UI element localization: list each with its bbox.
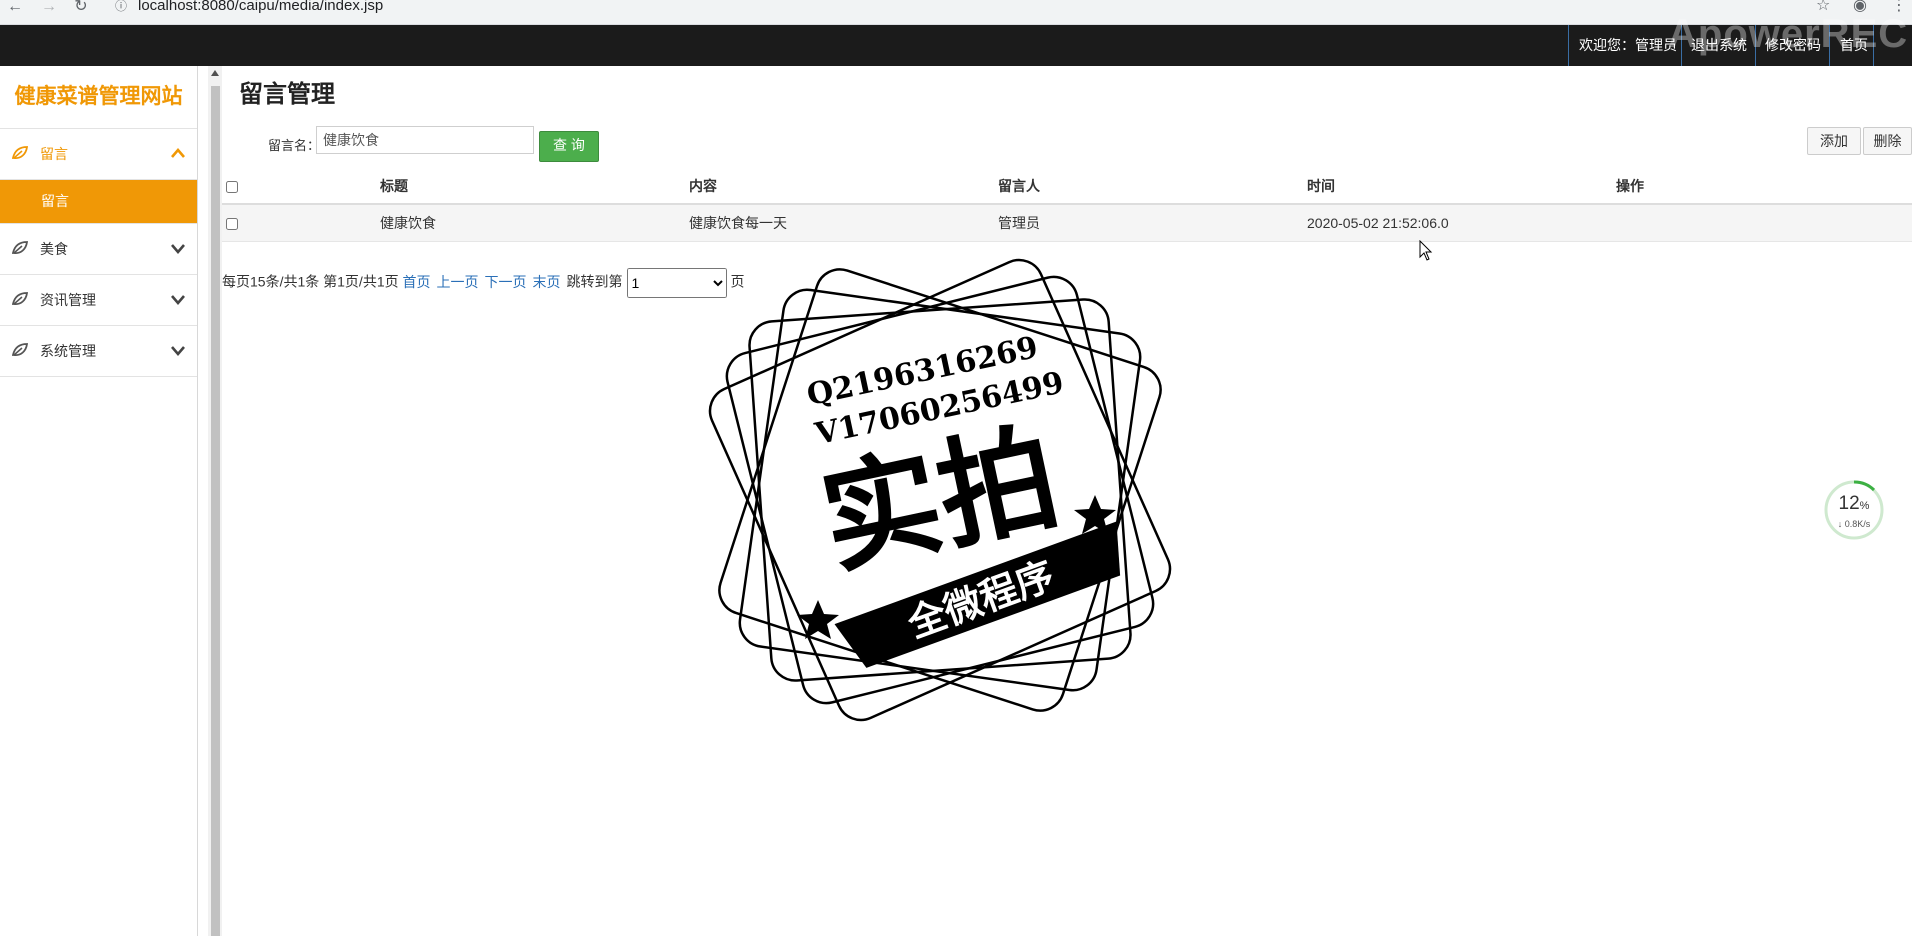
stamp-watermark: Q2196316269 V17060256499 实拍 全微程序 bbox=[708, 258, 1172, 722]
header-divider bbox=[1568, 25, 1569, 66]
speed-percent-value: 12 bbox=[1838, 493, 1860, 514]
chevron-down-icon bbox=[171, 244, 185, 254]
first-page-link[interactable]: 首页 bbox=[403, 274, 431, 290]
welcome-text: 欢迎您：管理员 bbox=[1579, 37, 1677, 53]
frame-scrollbar[interactable] bbox=[208, 66, 222, 936]
delete-button[interactable]: 删除 bbox=[1863, 127, 1912, 155]
header-divider bbox=[1681, 25, 1682, 66]
column-header-actions: 操作 bbox=[1616, 169, 1912, 205]
back-icon[interactable]: ← bbox=[4, 0, 26, 22]
forward-icon[interactable]: → bbox=[38, 0, 60, 22]
sidebar-menu-label: 美食 bbox=[40, 241, 68, 257]
sidebar: 健康菜谱管理网站 留言 留言 美食 资讯管理 系统管理 bbox=[0, 66, 198, 936]
sidebar-menu-messages[interactable]: 留言 bbox=[0, 129, 197, 180]
select-all-checkbox[interactable] bbox=[226, 181, 238, 194]
home-link[interactable]: 首页 bbox=[1840, 25, 1868, 66]
browser-toolbar: ← → ↻ ⓘ localhost:8080/caipu/media/index… bbox=[0, 0, 1912, 25]
leaf-icon bbox=[12, 292, 28, 306]
messages-table: 标题 内容 留言人 时间 操作 健康饮食 健康饮食每一天 管理员 2020-05… bbox=[222, 169, 1912, 242]
row-title: 健康饮食 bbox=[380, 204, 689, 242]
pagination: 每页15条/共1条 第1页/共1页 首页 上一页 下一页 末页 跳转到第 1 页 bbox=[222, 268, 745, 298]
table-row: 健康饮食 健康饮食每一天 管理员 2020-05-02 21:52:06.0 bbox=[222, 204, 1912, 242]
sidebar-item-messages[interactable]: 留言 bbox=[0, 180, 197, 224]
sidebar-menu-label: 资讯管理 bbox=[40, 292, 96, 308]
column-header-title: 标题 bbox=[380, 169, 689, 205]
speed-percent: 12% bbox=[1823, 493, 1885, 515]
scrollbar-thumb[interactable] bbox=[211, 86, 220, 936]
column-header-time: 时间 bbox=[1307, 169, 1616, 205]
pagination-summary: 每页15条/共1条 第1页/共1页 bbox=[222, 273, 399, 290]
jump-label: 跳转到第 bbox=[566, 273, 623, 290]
logout-link[interactable]: 退出系统 bbox=[1691, 25, 1747, 66]
header-divider bbox=[1755, 25, 1756, 66]
mouse-cursor-icon bbox=[1419, 240, 1433, 261]
leaf-icon bbox=[12, 146, 28, 160]
next-page-link[interactable]: 下一页 bbox=[485, 274, 527, 290]
speed-rate: ↓ 0.8K/s bbox=[1837, 519, 1871, 529]
row-author: 管理员 bbox=[998, 204, 1307, 242]
row-time: 2020-05-02 21:52:06.0 bbox=[1307, 204, 1616, 242]
row-actions bbox=[1616, 204, 1912, 242]
change-password-link[interactable]: 修改密码 bbox=[1765, 25, 1821, 66]
last-page-link[interactable]: 末页 bbox=[533, 274, 561, 290]
leaf-icon bbox=[12, 343, 28, 357]
prev-page-link[interactable]: 上一页 bbox=[437, 274, 479, 290]
sidebar-menu-label: 系统管理 bbox=[40, 343, 96, 359]
row-content: 健康饮食每一天 bbox=[689, 204, 998, 242]
reload-icon[interactable]: ↻ bbox=[70, 0, 92, 22]
speed-percent-unit: % bbox=[1859, 500, 1870, 512]
row-checkbox[interactable] bbox=[226, 218, 238, 231]
browser-menu-icon[interactable]: ⋮ bbox=[1891, 0, 1907, 15]
sidebar-menu-label: 留言 bbox=[40, 146, 68, 162]
leaf-icon bbox=[12, 241, 28, 255]
header-divider bbox=[1873, 25, 1874, 66]
address-bar[interactable]: localhost:8080/caipu/media/index.jsp bbox=[138, 0, 383, 16]
column-header-content: 内容 bbox=[689, 169, 998, 205]
chevron-down-icon bbox=[171, 346, 185, 356]
search-label: 留言名： bbox=[268, 138, 321, 153]
account-icon[interactable]: ◉ bbox=[1853, 0, 1867, 15]
speed-widget[interactable]: 12% ↓ 0.8K/s bbox=[1823, 479, 1885, 541]
site-info-icon[interactable]: ⓘ bbox=[114, 0, 128, 13]
star-icon bbox=[797, 600, 839, 639]
add-button[interactable]: 添加 bbox=[1807, 127, 1861, 155]
sidebar-menu-food[interactable]: 美食 bbox=[0, 224, 197, 275]
page-title: 留言管理 bbox=[239, 81, 335, 108]
column-header-author: 留言人 bbox=[998, 169, 1307, 205]
site-brand: 健康菜谱管理网站 bbox=[0, 66, 197, 129]
top-header: 欢迎您：管理员 退出系统 修改密码 首页 bbox=[0, 25, 1912, 66]
search-button[interactable]: 查 询 bbox=[539, 131, 599, 162]
sidebar-menu-news[interactable]: 资讯管理 bbox=[0, 275, 197, 326]
sidebar-menu-system[interactable]: 系统管理 bbox=[0, 326, 197, 377]
header-divider bbox=[1829, 25, 1830, 66]
scroll-up-arrow-icon[interactable] bbox=[211, 70, 219, 76]
table-header-row: 标题 内容 留言人 时间 操作 bbox=[222, 169, 1912, 205]
chevron-down-icon bbox=[171, 295, 185, 305]
chevron-up-icon bbox=[171, 148, 185, 158]
search-input[interactable] bbox=[316, 126, 534, 154]
bookmark-star-icon[interactable]: ☆ bbox=[1816, 0, 1830, 15]
